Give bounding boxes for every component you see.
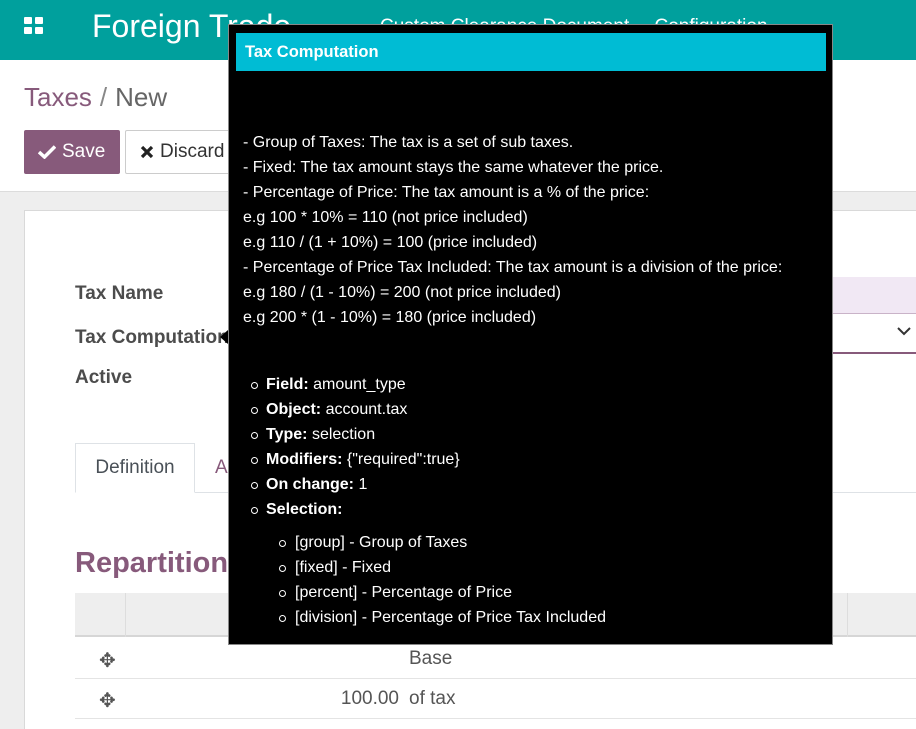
arrows-move-icon[interactable]: ✥ <box>99 688 116 713</box>
tooltip-arrow <box>220 330 228 344</box>
tab-advanced-options[interactable]: A <box>215 457 228 479</box>
table-header-divider <box>847 593 848 637</box>
times-icon <box>140 145 154 159</box>
row-label: Base <box>409 648 453 669</box>
meta-value: 1 <box>358 476 368 493</box>
meta-item-object: Object: account.tax <box>249 400 460 425</box>
selection-option: [group] - Group of Taxes <box>277 533 606 558</box>
apps-grid-icon[interactable] <box>24 17 46 39</box>
breadcrumb: Taxes / New <box>24 82 167 113</box>
meta-key: Selection: <box>266 501 343 518</box>
tax-name-input[interactable] <box>829 277 916 314</box>
meta-item-selection: Selection: <box>249 500 460 525</box>
save-button-label: Save <box>62 141 106 162</box>
table-header-handle-cell <box>75 593 126 637</box>
tax-computation-label: Tax Computation <box>75 327 229 348</box>
selection-option: [fixed] - Fixed <box>277 558 606 583</box>
meta-key: On change: <box>266 476 355 493</box>
help-line: - Fixed: The tax amount stays the same w… <box>243 159 664 176</box>
meta-key: Field: <box>266 376 309 393</box>
section-title: Repartition f <box>75 547 246 579</box>
meta-value: {"required":true} <box>346 451 460 468</box>
table-row[interactable]: ✥ 100.00 of tax <box>75 679 916 719</box>
selection-option: [division] - Percentage of Price Tax Inc… <box>277 608 606 633</box>
save-button[interactable]: Save <box>24 130 120 174</box>
help-line: e.g 200 * (1 - 10%) = 180 (price include… <box>243 309 537 326</box>
tooltip-help-text: - Group of Taxes: The tax is a set of su… <box>243 133 782 333</box>
meta-key: Modifiers: <box>266 451 343 468</box>
meta-key: Object: <box>266 401 322 418</box>
tab-definition[interactable]: Definition <box>75 443 195 493</box>
check-icon <box>38 145 56 159</box>
tooltip-selection-list: [group] - Group of Taxes [fixed] - Fixed… <box>277 533 606 633</box>
discard-button[interactable]: Discard <box>125 130 235 174</box>
help-line: - Group of Taxes: The tax is a set of su… <box>243 134 574 151</box>
meta-item-modifiers: Modifiers: {"required":true} <box>249 450 460 475</box>
chevron-down-icon <box>897 327 911 336</box>
tax-name-label: Tax Name <box>75 283 164 304</box>
selection-option: [percent] - Percentage of Price <box>277 583 606 608</box>
tooltip-meta-list: Field: amount_type Object: account.tax T… <box>249 375 460 525</box>
meta-key: Type: <box>266 426 308 443</box>
help-line: e.g 100 * 10% = 110 (not price included) <box>243 209 528 226</box>
help-line: e.g 180 / (1 - 10%) = 200 (not price inc… <box>243 284 561 301</box>
breadcrumb-taxes-link[interactable]: Taxes <box>24 82 92 112</box>
row-amount: 100.00 <box>340 688 399 709</box>
meta-item-field: Field: amount_type <box>249 375 460 400</box>
field-help-tooltip: Tax Computation - Group of Taxes: The ta… <box>228 24 833 645</box>
help-line: e.g 110 / (1 + 10%) = 100 (price include… <box>243 234 538 251</box>
meta-item-on-change: On change: 1 <box>249 475 460 500</box>
arrows-move-icon[interactable]: ✥ <box>99 648 116 673</box>
tooltip-title: Tax Computation <box>236 33 826 71</box>
row-label: of tax <box>409 688 456 709</box>
meta-value: amount_type <box>313 376 406 393</box>
breadcrumb-current: New <box>115 82 168 112</box>
discard-button-label: Discard <box>160 141 225 162</box>
tax-computation-select[interactable] <box>829 320 916 354</box>
table-row[interactable]: ✥ Base <box>75 639 916 679</box>
meta-value: selection <box>311 426 376 443</box>
meta-item-type: Type: selection <box>249 425 460 450</box>
help-line: - Percentage of Price: The tax amount is… <box>243 184 650 201</box>
breadcrumb-separator: / <box>99 82 108 112</box>
active-label: Active <box>75 367 133 388</box>
meta-value: account.tax <box>325 401 408 418</box>
help-line: - Percentage of Price Tax Included: The … <box>243 259 783 276</box>
